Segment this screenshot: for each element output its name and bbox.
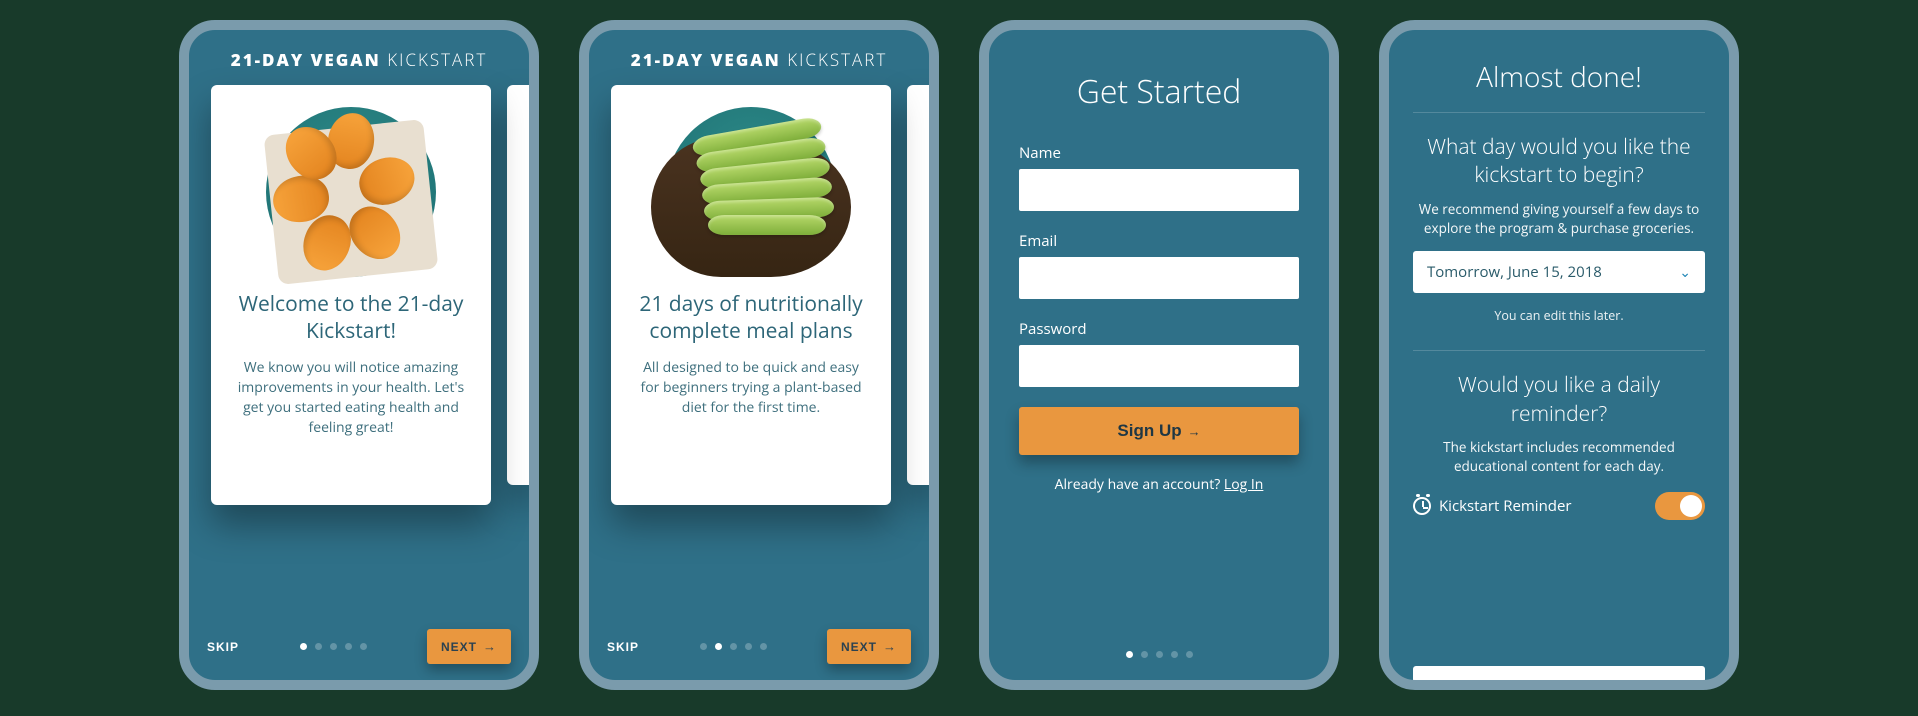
- page-title: Almost done!: [1413, 58, 1705, 96]
- app-title-light: KICKSTART: [387, 48, 487, 71]
- card-heading: 21 days of nutritionally complete meal p…: [633, 291, 869, 346]
- signup-screen: Get Started Name Email Password Sign Up …: [979, 20, 1339, 690]
- login-link[interactable]: Log In: [1224, 475, 1263, 494]
- arrow-right-icon: →: [883, 639, 897, 654]
- email-field[interactable]: [1019, 257, 1299, 299]
- divider: [1413, 350, 1705, 351]
- page-dots: [989, 651, 1329, 658]
- setup-screen: Almost done! What day would you like the…: [1379, 20, 1739, 690]
- question-reminder: Would you like a daily reminder?: [1413, 371, 1705, 428]
- bottom-bar: SKIP NEXT →: [189, 629, 529, 664]
- app-title-light: KICKSTART: [787, 48, 887, 71]
- reminder-toggle-row: Kickstart Reminder: [1413, 492, 1705, 520]
- page-dots: [700, 643, 767, 650]
- bottom-bar: SKIP NEXT →: [589, 629, 929, 664]
- login-prompt: Already have an account? Log In: [1019, 475, 1299, 494]
- divider: [1413, 112, 1705, 113]
- partial-input-below: [1413, 666, 1705, 680]
- food-image-avocado-toast: [666, 107, 836, 277]
- start-date-select[interactable]: Tomorrow, June 15, 2018 ⌄: [1413, 251, 1705, 293]
- next-card-peek: [907, 85, 935, 485]
- app-title: 21-DAY VEGAN KICKSTART: [189, 30, 529, 85]
- name-field[interactable]: [1019, 169, 1299, 211]
- email-label: Email: [1019, 231, 1299, 251]
- name-label: Name: [1019, 143, 1299, 163]
- app-title-bold: 21-DAY VEGAN: [231, 48, 381, 71]
- skip-button[interactable]: SKIP: [607, 640, 639, 654]
- card-carousel[interactable]: Welcome to the 21-day Kickstart! We know…: [189, 85, 529, 515]
- signup-button[interactable]: Sign Up →: [1019, 407, 1299, 455]
- alarm-clock-icon: [1413, 497, 1431, 515]
- onboarding-screen-2: 21-DAY VEGAN KICKSTART 21 days of nutrit…: [579, 20, 939, 690]
- app-title-bold: 21-DAY VEGAN: [631, 48, 781, 71]
- edit-later-note: You can edit this later.: [1413, 307, 1705, 324]
- toggle-text: Kickstart Reminder: [1439, 496, 1572, 516]
- skip-button[interactable]: SKIP: [207, 640, 239, 654]
- password-label: Password: [1019, 319, 1299, 339]
- page-dots: [300, 643, 367, 650]
- next-button[interactable]: NEXT →: [427, 629, 511, 664]
- app-title: 21-DAY VEGAN KICKSTART: [589, 30, 929, 85]
- question-start-day: What day would you like the kickstart to…: [1413, 133, 1705, 190]
- next-button[interactable]: NEXT →: [827, 629, 911, 664]
- arrow-right-icon: →: [1188, 424, 1201, 439]
- signup-label: Sign Up: [1117, 421, 1181, 441]
- password-field[interactable]: [1019, 345, 1299, 387]
- food-image-squash: [266, 107, 436, 277]
- next-card-peek: [507, 85, 535, 485]
- onboarding-card: Welcome to the 21-day Kickstart! We know…: [211, 85, 491, 505]
- hint-start-day: We recommend giving yourself a few days …: [1413, 200, 1705, 238]
- card-heading: Welcome to the 21-day Kickstart!: [233, 291, 469, 346]
- reminder-toggle[interactable]: [1655, 492, 1705, 520]
- card-body: All designed to be quick and easy for be…: [633, 358, 869, 419]
- card-carousel[interactable]: 21 days of nutritionally complete meal p…: [589, 85, 929, 515]
- page-title: Get Started: [1019, 70, 1299, 113]
- reminder-toggle-label: Kickstart Reminder: [1413, 496, 1572, 516]
- have-account-text: Already have an account?: [1055, 475, 1221, 494]
- chevron-down-icon: ⌄: [1679, 263, 1691, 282]
- onboarding-screen-1: 21-DAY VEGAN KICKSTART Welcome to the 21…: [179, 20, 539, 690]
- arrow-right-icon: →: [483, 639, 497, 654]
- next-label: NEXT: [441, 640, 477, 654]
- selected-date: Tomorrow, June 15, 2018: [1427, 262, 1602, 282]
- next-label: NEXT: [841, 640, 877, 654]
- onboarding-card: 21 days of nutritionally complete meal p…: [611, 85, 891, 505]
- hint-reminder: The kickstart includes recommended educa…: [1413, 438, 1705, 476]
- toggle-knob: [1680, 495, 1702, 517]
- card-body: We know you will notice amazing improvem…: [233, 358, 469, 439]
